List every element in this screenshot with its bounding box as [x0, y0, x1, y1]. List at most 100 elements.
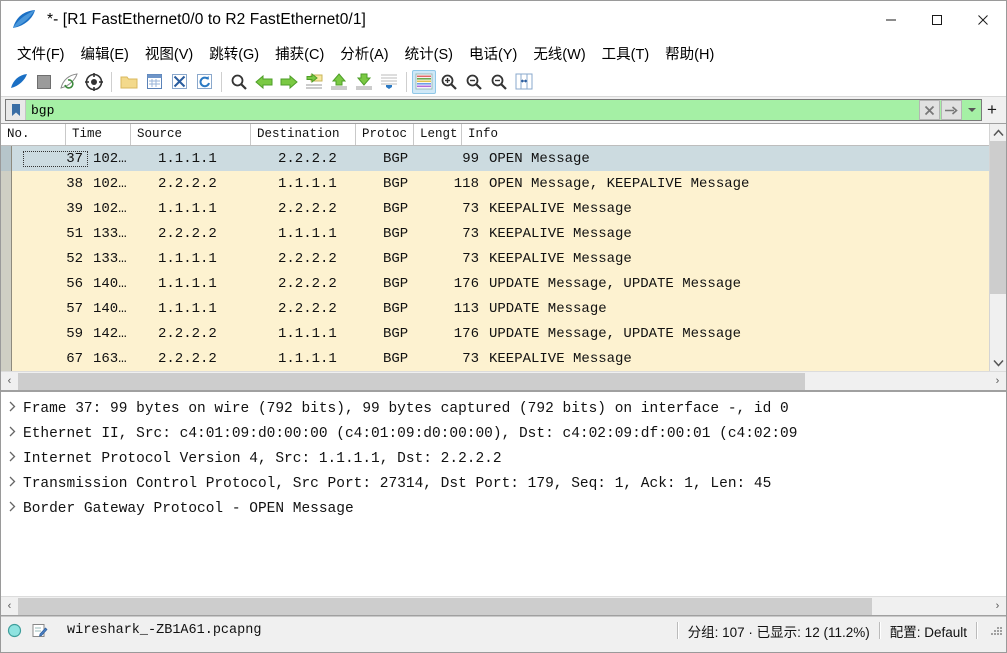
go-last-packet-icon[interactable]: [352, 70, 376, 94]
table-row[interactable]: 67 163… 2.2.2.2 1.1.1.1 BGP 73 KEEPALIVE Messa…: [1, 346, 989, 371]
horizontal-scroll-track[interactable]: [18, 597, 989, 615]
menu-statistics[interactable]: 统计(S): [397, 40, 461, 67]
table-row[interactable]: 56 140… 1.1.1.1 2.2.2.2 BGP 176 UPDATE Message…: [1, 271, 989, 296]
cell-source: 2.2.2.2: [158, 325, 217, 342]
chevron-right-icon[interactable]: [1, 451, 23, 466]
menu-go[interactable]: 跳转(G): [201, 40, 267, 67]
detail-row[interactable]: Border Gateway Protocol - OPEN Message: [1, 496, 1006, 521]
cell-time: 163…: [93, 350, 127, 367]
table-row[interactable]: 37 102… 1.1.1.1 2.2.2.2 BGP 99 OPEN Message: [1, 146, 989, 171]
menu-view[interactable]: 视图(V): [137, 40, 201, 67]
detail-row[interactable]: Ethernet II, Src: c4:01:09:d0:00:00 (c4:…: [1, 421, 1006, 446]
capture-options-icon[interactable]: [82, 70, 106, 94]
restart-capture-icon[interactable]: [57, 70, 81, 94]
close-file-icon[interactable]: [167, 70, 191, 94]
menu-tools[interactable]: 工具(T): [594, 40, 658, 67]
packet-details-horizontal-scrollbar[interactable]: ‹ ›: [1, 596, 1006, 615]
chevron-right-icon[interactable]: [1, 401, 23, 416]
menu-edit[interactable]: 编辑(E): [73, 40, 137, 67]
apply-filter-button[interactable]: [941, 100, 962, 120]
scroll-up-icon[interactable]: [990, 124, 1006, 141]
table-row[interactable]: 57 140… 1.1.1.1 2.2.2.2 BGP 113 UPDATE Message: [1, 296, 989, 321]
cell-length: 73: [462, 350, 479, 367]
packet-list-horizontal-scrollbar[interactable]: ‹ ›: [1, 371, 1006, 390]
table-row[interactable]: 38 102… 2.2.2.2 1.1.1.1 BGP 118 OPEN Message, …: [1, 171, 989, 196]
chevron-right-icon[interactable]: [1, 426, 23, 441]
find-packet-icon[interactable]: [227, 70, 251, 94]
expert-info-icon[interactable]: [1, 623, 27, 638]
reload-file-icon[interactable]: [192, 70, 216, 94]
menu-file[interactable]: 文件(F): [9, 40, 73, 67]
maximize-button[interactable]: [914, 1, 960, 39]
row-gutter: [1, 346, 11, 371]
column-header-length[interactable]: Lengt: [414, 124, 462, 145]
cell-destination: 2.2.2.2: [278, 300, 337, 317]
menu-capture[interactable]: 捕获(C): [267, 40, 332, 67]
menu-telephony[interactable]: 电话(Y): [461, 40, 525, 67]
filter-history-dropdown[interactable]: [963, 100, 980, 120]
scroll-down-icon[interactable]: [990, 354, 1006, 371]
column-header-protocol[interactable]: Protoc: [356, 124, 414, 145]
detail-row[interactable]: Frame 37: 99 bytes on wire (792 bits), 9…: [1, 396, 1006, 421]
table-row[interactable]: 59 142… 2.2.2.2 1.1.1.1 BGP 176 UPDATE Message…: [1, 321, 989, 346]
detail-row-text: Ethernet II, Src: c4:01:09:d0:00:00 (c4:…: [23, 425, 798, 442]
bookmark-icon[interactable]: [6, 100, 26, 120]
table-row[interactable]: 39 102… 1.1.1.1 2.2.2.2 BGP 73 KEEPALIVE Messa…: [1, 196, 989, 221]
cell-destination: 2.2.2.2: [278, 200, 337, 217]
horizontal-scroll-thumb[interactable]: [18, 372, 805, 390]
zoom-in-icon[interactable]: [437, 70, 461, 94]
vertical-scroll-track[interactable]: [990, 141, 1006, 354]
save-file-icon[interactable]: [142, 70, 166, 94]
minimize-button[interactable]: [868, 1, 914, 39]
go-first-packet-icon[interactable]: [327, 70, 351, 94]
cell-info: OPEN Message, KEEPALIVE Message: [489, 175, 750, 192]
go-forward-icon[interactable]: [277, 70, 301, 94]
auto-scroll-icon[interactable]: [377, 70, 401, 94]
table-row[interactable]: 52 133… 1.1.1.1 2.2.2.2 BGP 73 KEEPALIVE Messa…: [1, 246, 989, 271]
chevron-right-icon[interactable]: [1, 476, 23, 491]
column-header-destination[interactable]: Destination: [251, 124, 356, 145]
resize-columns-icon[interactable]: [512, 70, 536, 94]
profile-label[interactable]: 配置: Default: [890, 621, 967, 641]
menu-analyze[interactable]: 分析(A): [332, 40, 396, 67]
scroll-left-icon[interactable]: ‹: [1, 600, 18, 612]
column-header-source[interactable]: Source: [131, 124, 251, 145]
resize-grip-icon[interactable]: [987, 623, 1003, 639]
toolbar-separator: [406, 71, 407, 92]
scroll-right-icon[interactable]: ›: [989, 375, 1006, 387]
table-row[interactable]: 51 133… 2.2.2.2 1.1.1.1 BGP 73 KEEPALIVE Messa…: [1, 221, 989, 246]
cell-no: 39: [66, 200, 83, 217]
cell-protocol: BGP: [383, 275, 409, 292]
normal-size-icon[interactable]: [487, 70, 511, 94]
vertical-scroll-thumb[interactable]: [990, 141, 1006, 295]
scroll-right-icon[interactable]: ›: [989, 600, 1006, 612]
column-header-no[interactable]: No.: [1, 124, 66, 145]
close-button[interactable]: [960, 1, 1006, 39]
menu-wireless[interactable]: 无线(W): [525, 40, 593, 67]
add-filter-button[interactable]: +: [982, 100, 1002, 120]
open-file-icon[interactable]: [117, 70, 141, 94]
go-back-icon[interactable]: [252, 70, 276, 94]
menu-help[interactable]: 帮助(H): [657, 40, 722, 67]
go-to-packet-icon[interactable]: [302, 70, 326, 94]
scroll-left-icon[interactable]: ‹: [1, 375, 18, 387]
detail-row[interactable]: Internet Protocol Version 4, Src: 1.1.1.…: [1, 446, 1006, 471]
column-header-info[interactable]: Info: [462, 124, 989, 145]
packet-list-vertical-scrollbar[interactable]: [989, 124, 1006, 371]
stop-capture-icon[interactable]: [32, 70, 56, 94]
chevron-right-icon[interactable]: [1, 501, 23, 516]
horizontal-scroll-thumb[interactable]: [18, 597, 873, 615]
display-filter-value[interactable]: bgp: [26, 103, 919, 118]
packet-details-pane: Frame 37: 99 bytes on wire (792 bits), 9…: [1, 391, 1006, 616]
clear-filter-button[interactable]: [919, 100, 940, 120]
start-capture-icon[interactable]: [7, 70, 31, 94]
detail-row[interactable]: Transmission Control Protocol, Src Port:…: [1, 471, 1006, 496]
colorize-packets-icon[interactable]: [412, 69, 436, 94]
cell-time: 133…: [93, 250, 127, 267]
display-filter-input[interactable]: bgp: [5, 99, 982, 121]
zoom-out-icon[interactable]: [462, 70, 486, 94]
capture-comment-icon[interactable]: [27, 623, 53, 638]
horizontal-scroll-track[interactable]: [18, 372, 989, 390]
cell-length: 118: [453, 175, 479, 192]
column-header-time[interactable]: Time: [66, 124, 131, 145]
